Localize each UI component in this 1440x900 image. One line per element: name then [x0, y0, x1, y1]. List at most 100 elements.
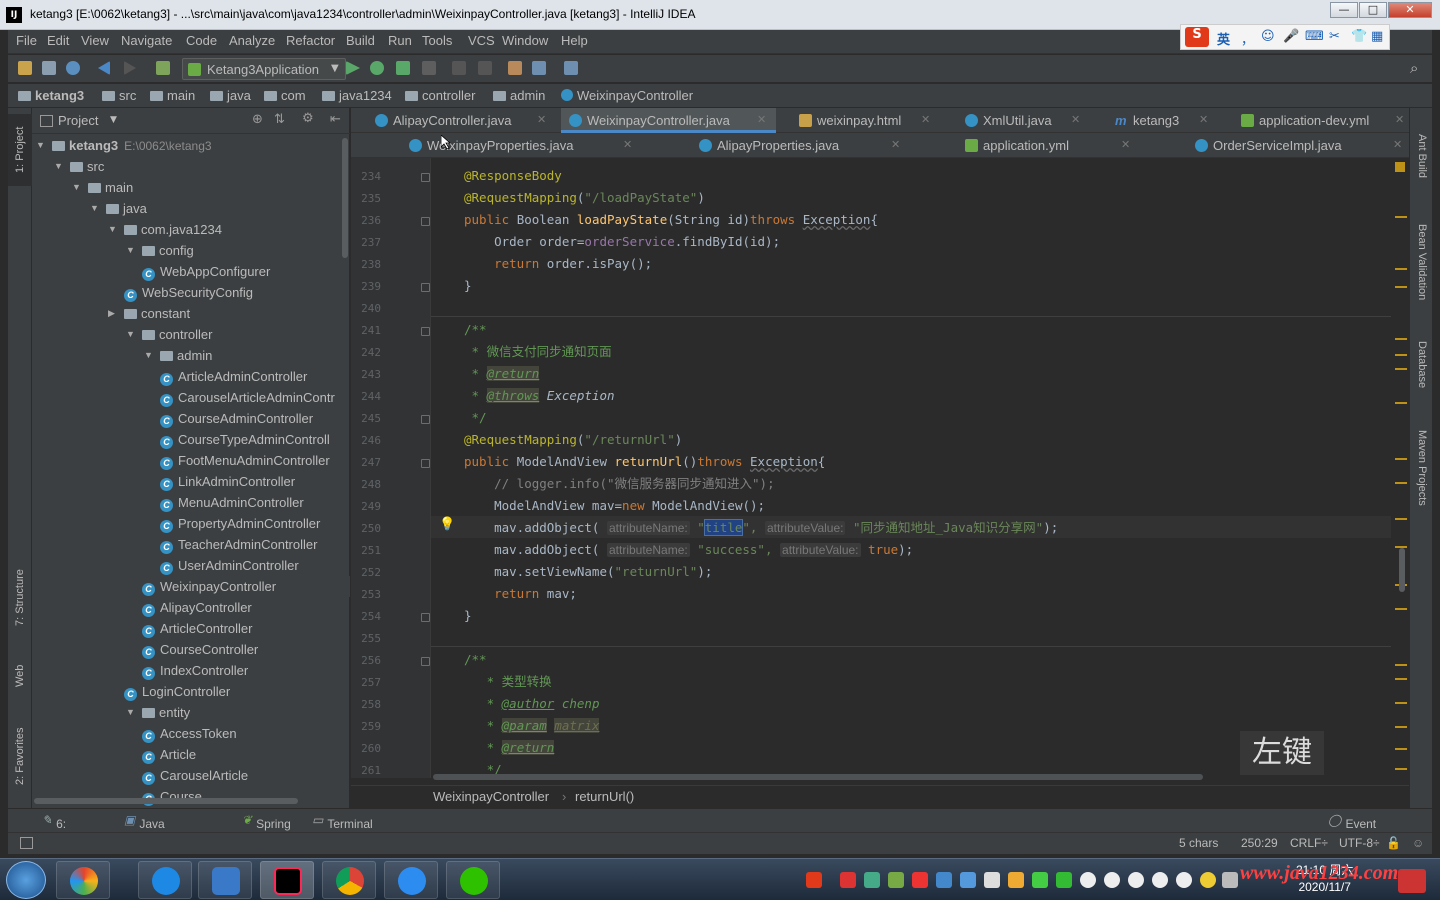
editor-vertical-scrollbar[interactable]: [1399, 548, 1405, 592]
tool-java-enterprise[interactable]: ▣Java Enterprise: [124, 813, 194, 845]
taskbar-app-chrome[interactable]: [322, 861, 376, 899]
tray-nvidia-icon[interactable]: [888, 872, 904, 888]
tree-folder[interactable]: ▼ com.java1234: [32, 219, 350, 240]
tray-qq-icon[interactable]: [1152, 872, 1168, 888]
tab-ketang3[interactable]: m ketang3 ✕: [1107, 108, 1211, 133]
menu-tools[interactable]: Tools: [422, 33, 452, 48]
editor-horizontal-scrollbar[interactable]: [433, 774, 1203, 780]
warning-marker[interactable]: [1395, 458, 1407, 460]
ime-skin-icon[interactable]: 👕: [1351, 29, 1367, 44]
tree-class-item[interactable]: C WeixinpayController: [32, 576, 350, 597]
tree-class-item[interactable]: C LinkAdminController: [32, 471, 350, 492]
run-icon[interactable]: [346, 61, 360, 75]
fold-marker-icon[interactable]: [421, 217, 430, 226]
close-tab-icon[interactable]: ✕: [1121, 133, 1130, 158]
tool-tab-ant-build[interactable]: Ant Build: [1410, 116, 1434, 196]
start-button[interactable]: [6, 861, 46, 899]
tool-tab-structure[interactable]: 7: Structure: [8, 554, 32, 642]
lightbulb-icon[interactable]: 💡: [439, 517, 455, 532]
tab-weixinpay-html[interactable]: weixinpay.html ✕: [791, 108, 936, 133]
hide-panel-icon[interactable]: ⇤: [330, 112, 341, 127]
project-horizontal-scrollbar[interactable]: [34, 798, 298, 804]
settings-icon[interactable]: [508, 61, 522, 75]
taskbar-app-connect[interactable]: [384, 861, 438, 899]
close-tab-icon[interactable]: ✕: [1395, 108, 1404, 133]
tray-qq-icon[interactable]: [1128, 872, 1144, 888]
tray-qq-icon[interactable]: [1104, 872, 1120, 888]
menu-refactor[interactable]: Refactor: [286, 33, 335, 48]
notification-icon[interactable]: [1398, 869, 1426, 893]
collapse-all-icon[interactable]: ⇅: [274, 112, 285, 127]
open-folder-icon[interactable]: [18, 61, 32, 75]
tool-spring[interactable]: ❦ Spring: [242, 813, 291, 831]
taskbar-app-photos[interactable]: [56, 861, 110, 899]
tree-class-item[interactable]: C MenuAdminController: [32, 492, 350, 513]
tree-class-item[interactable]: C CarouselArticle: [32, 765, 350, 786]
warning-marker[interactable]: [1395, 608, 1407, 610]
tree-folder[interactable]: ▶ constant: [32, 303, 350, 324]
warning-marker[interactable]: [1395, 726, 1407, 728]
taskbar-app-intellij[interactable]: [260, 861, 314, 899]
tray-wechat-icon[interactable]: [1032, 872, 1048, 888]
tool-tab-bean-validation[interactable]: Bean Validation: [1410, 208, 1434, 316]
menu-vcs[interactable]: VCS: [468, 33, 495, 48]
tree-class-item[interactable]: C WebSecurityConfig: [32, 282, 350, 303]
warning-marker[interactable]: [1395, 286, 1407, 288]
fold-marker-icon[interactable]: [421, 657, 430, 666]
breadcrumb-java1234[interactable]: java1234: [322, 88, 392, 103]
ime-punct-icon[interactable]: ，: [1241, 29, 1254, 48]
project-panel-title[interactable]: Project: [58, 113, 98, 128]
breadcrumb-src[interactable]: src: [102, 88, 136, 103]
ime-emoji-icon[interactable]: ☺: [1261, 29, 1275, 44]
menu-code[interactable]: Code: [186, 33, 217, 48]
attach-debugger-icon[interactable]: [452, 61, 466, 75]
warning-marker[interactable]: [1395, 338, 1407, 340]
tray-qq-icon[interactable]: [1176, 872, 1192, 888]
tree-class-item[interactable]: C PropertyAdminController: [32, 513, 350, 534]
warning-marker[interactable]: [1395, 402, 1407, 404]
tray-app-icon[interactable]: [1008, 872, 1024, 888]
minimize-button[interactable]: —: [1330, 2, 1358, 18]
menu-edit[interactable]: Edit: [47, 33, 69, 48]
tree-class-item[interactable]: C AccessToken: [32, 723, 350, 744]
build-project-icon[interactable]: [156, 61, 170, 75]
tree-folder[interactable]: ▼ controller: [32, 324, 350, 345]
taskbar-app-mindmaster[interactable]: [198, 861, 252, 899]
close-tab-icon[interactable]: ✕: [921, 108, 930, 133]
tree-class-item[interactable]: C WebAppConfigurer: [32, 261, 350, 282]
editor-crumb-method[interactable]: returnUrl(): [575, 789, 634, 804]
tab-orderserviceimpl[interactable]: OrderServiceImpl.java ✕: [1187, 133, 1409, 158]
breadcrumb-com[interactable]: com: [264, 88, 306, 103]
tray-app-icon[interactable]: [936, 872, 952, 888]
tool-window-toggle-icon[interactable]: [20, 837, 33, 849]
close-tab-icon[interactable]: ✕: [757, 108, 766, 133]
tray-app-icon[interactable]: [960, 872, 976, 888]
tool-todo[interactable]: ✎6: TODO: [42, 813, 91, 845]
tree-class-item[interactable]: C LoginController: [32, 681, 350, 702]
tab-application-dev-yml[interactable]: application-dev.yml ✕: [1233, 108, 1409, 133]
back-icon[interactable]: [98, 61, 110, 75]
sync-icon[interactable]: [66, 61, 80, 75]
warning-marker[interactable]: [1395, 678, 1407, 680]
tree-class-item[interactable]: C CourseTypeAdminControll: [32, 429, 350, 450]
tray-wechat-icon[interactable]: [1056, 872, 1072, 888]
tree-folder[interactable]: ▼ admin: [32, 345, 350, 366]
status-caret-position[interactable]: 250:29: [1241, 836, 1278, 850]
fold-marker-icon[interactable]: [421, 173, 430, 182]
error-stripe[interactable]: [1391, 158, 1409, 778]
warning-marker[interactable]: [1395, 368, 1407, 370]
tree-folder[interactable]: ▼ src: [32, 156, 350, 177]
tree-class-item[interactable]: C FootMenuAdminController: [32, 450, 350, 471]
menu-file[interactable]: File: [16, 33, 37, 48]
menu-view[interactable]: View: [81, 33, 109, 48]
tray-shield-icon[interactable]: [864, 872, 880, 888]
tree-folder[interactable]: ▼ main: [32, 177, 350, 198]
tray-s-icon[interactable]: [912, 872, 928, 888]
menu-build[interactable]: Build: [346, 33, 375, 48]
tree-class-item[interactable]: C IndexController: [32, 660, 350, 681]
gear-icon[interactable]: ⚙: [302, 111, 314, 126]
breadcrumb-weixinpaycontroller[interactable]: WeixinpayController: [561, 88, 693, 103]
fold-marker-icon[interactable]: [421, 613, 430, 622]
close-tab-icon[interactable]: ✕: [1393, 133, 1402, 158]
close-tab-icon[interactable]: ✕: [537, 108, 546, 133]
